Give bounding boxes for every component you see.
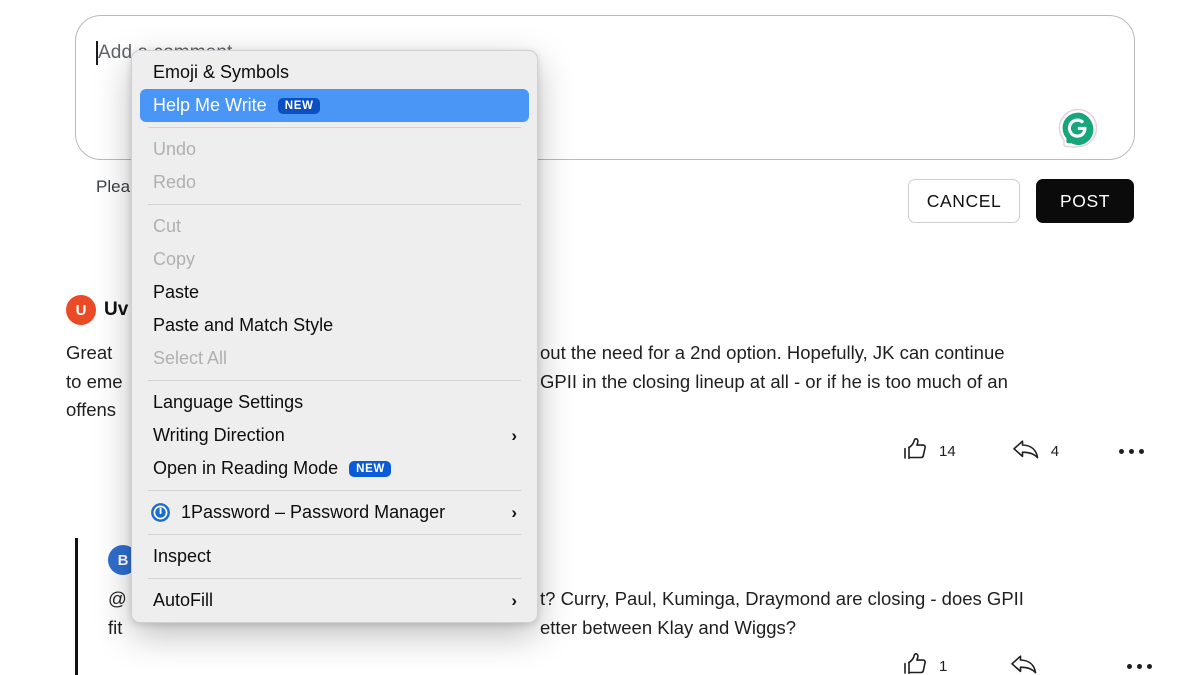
menu-item-redo: Redo: [132, 166, 537, 199]
cancel-button[interactable]: CANCEL: [908, 179, 1020, 223]
menu-separator: [148, 380, 521, 381]
reply-arrow-icon: [1009, 652, 1039, 675]
menu-separator: [148, 204, 521, 205]
menu-item-1password[interactable]: 1Password – Password Manager ›: [132, 496, 537, 529]
thread-indicator: [75, 538, 78, 675]
like-count: 14: [939, 443, 956, 460]
menu-item-writing-direction[interactable]: Writing Direction ›: [132, 419, 537, 452]
menu-item-label: 1Password – Password Manager: [181, 502, 446, 522]
menu-item-label: Help Me Write: [153, 95, 267, 115]
composer-actions: CANCEL POST: [908, 179, 1134, 223]
menu-item-label: Cut: [153, 216, 182, 236]
menu-item-label: Copy: [153, 249, 196, 269]
menu-separator: [148, 534, 521, 535]
menu-item-label: Inspect: [153, 546, 212, 566]
composer-disclaimer: Plea: [96, 177, 131, 196]
more-horizontal-icon[interactable]: [1127, 664, 1153, 669]
avatar[interactable]: U: [66, 295, 96, 325]
new-badge: NEW: [349, 460, 392, 477]
page-root: U Uv Great to eme offens out the need fo…: [0, 0, 1200, 675]
comment-body-right: t? Curry, Paul, Kuminga, Draymond are cl…: [540, 588, 1024, 638]
menu-item-autofill[interactable]: AutoFill ›: [132, 584, 537, 617]
1password-icon: [149, 502, 171, 524]
menu-item-undo: Undo: [132, 133, 537, 166]
menu-item-label: Emoji & Symbols: [153, 62, 290, 82]
menu-item-help-me-write[interactable]: Help Me Write NEW: [140, 89, 529, 122]
menu-item-paste[interactable]: Paste: [132, 276, 537, 309]
reply-button[interactable]: [1009, 652, 1049, 675]
comment-author: Uv: [104, 299, 129, 320]
menu-separator: [148, 578, 521, 579]
chevron-right-icon: ›: [511, 503, 517, 522]
menu-item-label: Paste: [153, 282, 200, 302]
menu-separator: [148, 490, 521, 491]
chevron-right-icon: ›: [511, 426, 517, 445]
menu-item-label: Open in Reading Mode: [153, 458, 339, 478]
like-count: 1: [939, 658, 948, 675]
chevron-right-icon: ›: [511, 591, 517, 610]
thumbs-up-icon: [903, 437, 929, 466]
menu-item-emoji-symbols[interactable]: Emoji & Symbols: [132, 56, 537, 89]
menu-item-label: Writing Direction: [153, 425, 285, 445]
menu-item-paste-and-match-style[interactable]: Paste and Match Style: [132, 309, 537, 342]
new-badge: NEW: [277, 97, 320, 114]
reply-arrow-icon: [1011, 437, 1041, 466]
menu-item-label: Paste and Match Style: [153, 315, 334, 335]
context-menu[interactable]: Emoji & Symbols Help Me Write NEW Undo R…: [131, 50, 538, 623]
menu-item-inspect[interactable]: Inspect: [132, 540, 537, 573]
grammarly-g-icon[interactable]: [1056, 106, 1100, 150]
menu-separator: [148, 127, 521, 128]
menu-item-label: Language Settings: [153, 392, 304, 412]
comment-body-right: out the need for a 2nd option. Hopefully…: [540, 342, 1008, 392]
comment-actions: 14 4: [903, 437, 1145, 466]
menu-item-label: Select All: [153, 348, 228, 368]
post-button[interactable]: POST: [1036, 179, 1134, 223]
menu-item-label: Undo: [153, 139, 197, 159]
menu-item-language-settings[interactable]: Language Settings: [132, 386, 537, 419]
comment-actions: 1: [903, 652, 1153, 675]
more-horizontal-icon[interactable]: [1119, 449, 1145, 454]
menu-item-label: Redo: [153, 172, 197, 192]
reply-button[interactable]: 4: [1011, 437, 1059, 466]
like-button[interactable]: 14: [903, 437, 956, 466]
menu-item-label: AutoFill: [153, 590, 214, 610]
menu-item-copy: Copy: [132, 243, 537, 276]
menu-item-open-in-reading-mode[interactable]: Open in Reading Mode NEW: [132, 452, 537, 485]
menu-item-cut: Cut: [132, 210, 537, 243]
menu-item-select-all: Select All: [132, 342, 537, 375]
reply-count: 4: [1050, 443, 1060, 460]
like-button[interactable]: 1: [903, 652, 947, 675]
thumbs-up-icon: [903, 652, 929, 675]
